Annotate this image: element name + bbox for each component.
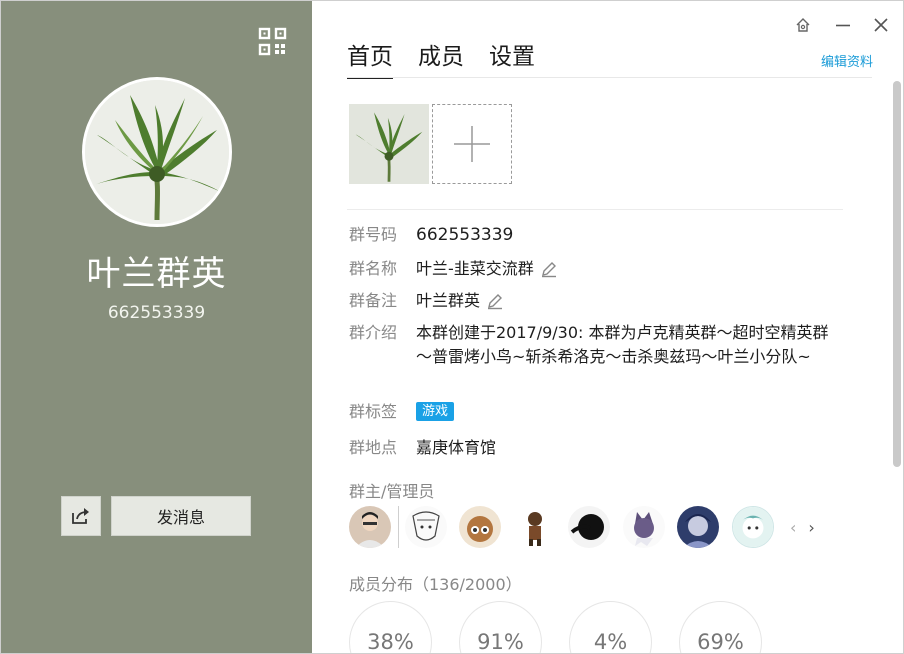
profile-sidebar: 叶兰群英 662553339 发消息 <box>1 1 312 653</box>
group-photo[interactable] <box>349 104 429 184</box>
admin-avatar[interactable] <box>677 506 719 548</box>
admin-divider <box>397 506 399 548</box>
share-icon <box>72 508 89 524</box>
group-name-label: 群名称 <box>349 259 398 278</box>
group-number-value: 662553339 <box>416 225 514 245</box>
tab-bar: 首页 成员 设置 <box>347 37 535 79</box>
edit-profile-link[interactable]: 编辑资料 <box>821 51 873 70</box>
group-tag-label: 群标签 <box>349 402 398 421</box>
group-intro-value: 本群创建于2017/9/30: 本群为卢克精英群～超时空精英群～普雷烤小鸟~斩杀… <box>416 323 829 366</box>
tab-home[interactable]: 首页 <box>347 37 393 79</box>
vertical-scrollbar[interactable] <box>893 81 901 467</box>
chevron-left-icon[interactable]: ‹ <box>790 518 796 537</box>
member-distribution-label: 成员分布（136/2000） <box>349 575 522 594</box>
group-remark-label: 群备注 <box>349 291 398 310</box>
section-divider <box>347 209 843 210</box>
group-name-value: 叶兰-韭菜交流群 <box>416 259 534 278</box>
share-button[interactable] <box>61 496 101 536</box>
distribution-circle[interactable]: 69% <box>679 601 762 653</box>
info-row-remark: 群备注 叶兰群英 <box>349 289 504 313</box>
add-photo-button[interactable] <box>432 104 512 184</box>
admins-list: ‹ › <box>349 506 815 548</box>
chevron-right-icon[interactable]: › <box>808 518 814 537</box>
pencil-icon[interactable] <box>486 292 504 310</box>
admin-avatar[interactable] <box>568 506 610 548</box>
tab-settings[interactable]: 设置 <box>489 37 535 79</box>
group-profile-window: 叶兰群英 662553339 发消息 首页 成员 设置 编辑资料 群号码 662… <box>0 0 904 654</box>
tab-divider <box>347 77 872 78</box>
group-location-value: 嘉庚体育馆 <box>416 438 497 457</box>
info-row-number: 群号码 662553339 <box>349 223 513 247</box>
distribution-circle[interactable]: 91% <box>459 601 542 653</box>
main-panel: 首页 成员 设置 编辑资料 群号码 662553339 群名称 叶兰-韭菜交流群… <box>312 1 903 653</box>
orchid-plant-image <box>85 80 229 224</box>
qr-code-icon[interactable] <box>258 27 287 56</box>
pencil-icon[interactable] <box>540 260 558 278</box>
tab-members[interactable]: 成员 <box>418 37 464 79</box>
group-name: 叶兰群英 <box>86 254 227 294</box>
group-number: 662553339 <box>107 303 206 323</box>
pin-icon[interactable] <box>793 15 813 35</box>
minimize-icon[interactable] <box>833 15 853 35</box>
group-avatar[interactable] <box>82 77 232 227</box>
member-distribution-stats: 38% 91% 4% 69% <box>349 601 762 653</box>
distribution-circle[interactable]: 38% <box>349 601 432 653</box>
admin-avatar[interactable] <box>349 506 391 548</box>
admin-avatar[interactable] <box>731 506 774 548</box>
group-intro-label: 群介绍 <box>349 323 398 342</box>
admins-label: 群主/管理员 <box>349 482 435 501</box>
send-message-button[interactable]: 发消息 <box>111 496 251 536</box>
info-row-name: 群名称 叶兰-韭菜交流群 <box>349 257 558 281</box>
info-row-location: 群地点 嘉庚体育馆 <box>349 436 496 460</box>
info-row-tag: 群标签 游戏 <box>349 400 455 424</box>
plus-icon <box>454 126 490 162</box>
group-remark-value: 叶兰群英 <box>416 291 481 310</box>
admin-avatar[interactable] <box>404 506 447 548</box>
admin-avatar[interactable] <box>513 506 556 548</box>
close-icon[interactable] <box>871 15 891 35</box>
group-tag-badge[interactable]: 游戏 <box>416 402 455 421</box>
info-row-intro: 群介绍 本群创建于2017/9/30: 本群为卢克精英群～超时空精英群～普雷烤小… <box>349 321 836 369</box>
group-number-label: 群号码 <box>349 225 398 244</box>
distribution-circle[interactable]: 4% <box>569 601 652 653</box>
admin-avatar[interactable] <box>622 506 665 548</box>
admin-avatar[interactable] <box>459 506 501 548</box>
group-location-label: 群地点 <box>349 438 398 457</box>
